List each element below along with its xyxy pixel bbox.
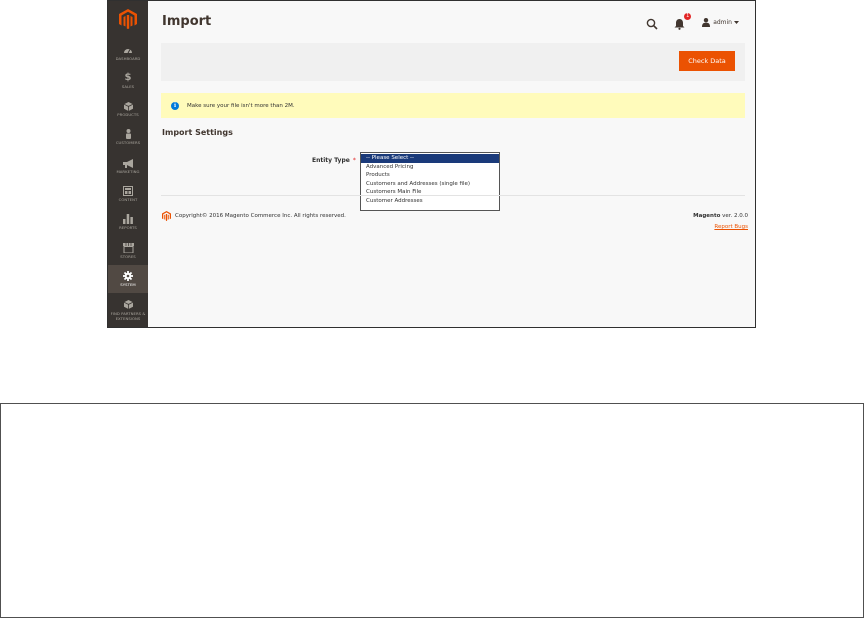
- magento-logo[interactable]: [108, 1, 148, 37]
- store-icon: [122, 242, 134, 254]
- search-button[interactable]: [646, 15, 660, 30]
- entity-option-please-select[interactable]: -- Please Select --: [361, 154, 499, 163]
- user-menu[interactable]: admin: [702, 17, 739, 27]
- notification-count-badge: 1: [684, 13, 692, 20]
- admin-sidebar: DASHBOARD $ SALES PRODUCTS CUSTOMERS MAR…: [108, 1, 148, 327]
- required-asterisk: *: [352, 157, 356, 164]
- notice-text: Make sure your file isn't more than 2M.: [187, 102, 295, 109]
- import-settings-heading: Import Settings: [162, 128, 233, 137]
- info-icon: i: [171, 101, 179, 110]
- sidebar-item-content[interactable]: CONTENT: [108, 180, 148, 208]
- bell-icon: [674, 19, 685, 30]
- chevron-down-icon: [734, 20, 739, 24]
- content-icon: [122, 185, 134, 197]
- sidebar-item-customers[interactable]: CUSTOMERS: [108, 123, 148, 151]
- entity-option-customer-addresses[interactable]: Customer Addresses: [361, 197, 499, 206]
- cube-icon: [122, 100, 134, 112]
- partners-icon: [122, 299, 134, 311]
- file-size-notice: i Make sure your file isn't more than 2M…: [161, 93, 745, 118]
- entity-type-label: Entity Type *: [312, 157, 356, 164]
- sidebar-item-system[interactable]: SYSTEM: [108, 265, 148, 293]
- page-title: Import: [162, 14, 212, 29]
- entity-type-select[interactable]: -- Please Select -- Advanced Pricing Pro…: [360, 152, 500, 211]
- footer-divider: [161, 195, 745, 196]
- footer-magento-logo-icon: [162, 211, 171, 221]
- entity-option-products[interactable]: Products: [361, 171, 499, 180]
- brand-name: Magento: [693, 213, 721, 219]
- person-icon: [122, 128, 134, 140]
- search-icon: [646, 18, 658, 30]
- dashboard-icon: [122, 44, 134, 56]
- sidebar-item-dashboard[interactable]: DASHBOARD: [108, 39, 148, 67]
- user-icon: [702, 17, 711, 27]
- sidebar-item-partners[interactable]: FIND PARTNERS & EXTENSIONS: [108, 293, 148, 327]
- megaphone-icon: [122, 157, 134, 169]
- sidebar-item-reports[interactable]: REPORTS: [108, 208, 148, 236]
- username: admin: [713, 18, 732, 26]
- version-text: ver. 2.0.0: [722, 213, 748, 219]
- gear-icon: [122, 270, 134, 282]
- admin-window: DASHBOARD $ SALES PRODUCTS CUSTOMERS MAR…: [107, 0, 756, 328]
- sidebar-item-products[interactable]: PRODUCTS: [108, 95, 148, 123]
- entity-option-customers-and-addresses[interactable]: Customers and Addresses (single file): [361, 180, 499, 189]
- entity-option-advanced-pricing[interactable]: Advanced Pricing: [361, 163, 499, 172]
- report-bugs-link[interactable]: Report Bugs: [714, 224, 748, 230]
- page-actions-bar: Check Data: [161, 43, 745, 81]
- dollar-icon: $: [124, 72, 132, 84]
- notifications-button[interactable]: 1: [674, 13, 692, 30]
- empty-bordered-panel: [0, 403, 864, 618]
- header-actions: 1 admin: [646, 13, 739, 30]
- sidebar-item-stores[interactable]: STORES: [108, 237, 148, 265]
- main-content: Import 1 admin Check Data i Make sure yo…: [148, 1, 755, 327]
- magento-logo-icon: [119, 9, 137, 29]
- version-info: Magento ver. 2.0.0: [693, 213, 748, 219]
- copyright-text: Copyright© 2016 Magento Commerce Inc. Al…: [175, 213, 346, 219]
- sidebar-item-marketing[interactable]: MARKETING: [108, 152, 148, 180]
- check-data-button[interactable]: Check Data: [679, 51, 735, 71]
- sidebar-item-sales[interactable]: $ SALES: [108, 67, 148, 95]
- bar-chart-icon: [122, 213, 134, 225]
